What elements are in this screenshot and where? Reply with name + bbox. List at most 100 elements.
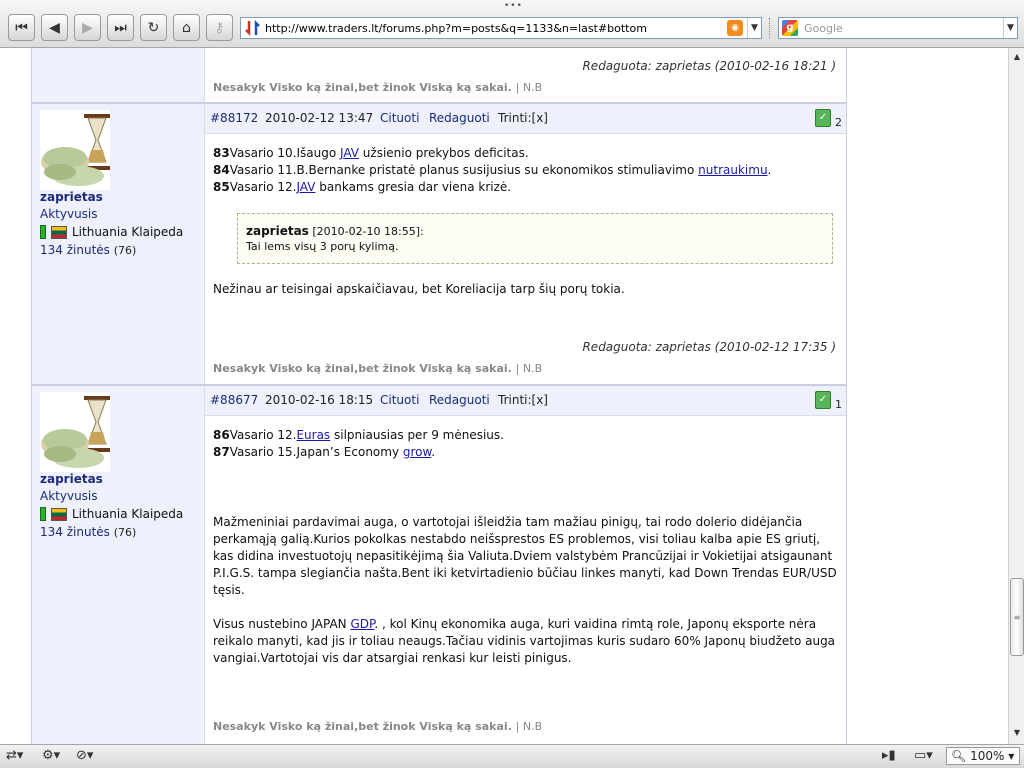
chevron-down-icon: ▼ (751, 23, 758, 33)
user-rank: Aktyvusis (40, 489, 98, 503)
location-text: Lithuania Klaipeda (72, 225, 184, 239)
search-bar[interactable]: g Google ▼ (778, 17, 1018, 39)
location-text: Lithuania Klaipeda (72, 507, 184, 521)
page-info-icon[interactable]: ▸▮ (882, 748, 896, 763)
delete-button[interactable]: Trinti:[x] (498, 111, 548, 125)
rss-icon[interactable]: ◉ (727, 20, 743, 36)
quote-button[interactable]: Cituoti (380, 111, 419, 125)
arrow-down-icon: ▼ (1013, 728, 1021, 737)
arrow-up-icon: ▲ (1013, 52, 1021, 61)
user-posts-count: (76) (113, 526, 137, 539)
avatar[interactable] (40, 110, 110, 190)
likes-count: 1 (835, 398, 842, 411)
quote-date: [2010-02-10 18:55]: (312, 225, 424, 238)
inline-link[interactable]: JAV (340, 146, 359, 160)
post-paragraph: Mažmeniniai pardavimai auga, o vartotoja… (213, 515, 837, 597)
user-location: Lithuania Klaipeda (40, 507, 183, 521)
user-location: Lithuania Klaipeda (40, 225, 183, 239)
skip-forward-icon: ⏭ (114, 19, 127, 36)
signature-text: Nesakyk Visko ką žinai,bet žinok Viską k… (213, 81, 512, 94)
forward-button[interactable]: ▶ (74, 14, 101, 41)
likes-count: 2 (835, 116, 842, 129)
skip-back-icon: ⏮ (15, 19, 28, 36)
security-button[interactable]: ⚷ (206, 14, 233, 41)
post-id-link[interactable]: #88677 (210, 393, 258, 407)
status-bar: ⇄▾ ⚙▾ ⊘▾ ▸▮ ▭▾ 🔍︎ 100% ▾ (0, 744, 1024, 768)
image-icon[interactable]: ▭▾ (914, 748, 933, 763)
post-date: 2010-02-16 18:15 (265, 393, 374, 407)
sync-icon[interactable]: ⇄▾ (6, 748, 23, 763)
user-column (32, 48, 204, 102)
user-posts-link[interactable]: 134 žinutės (40, 525, 110, 539)
post-id-link[interactable]: #88172 (210, 111, 258, 125)
scroll-down-button[interactable]: ▼ (1010, 726, 1024, 740)
user-name[interactable]: zaprietas (40, 190, 103, 204)
inline-link[interactable]: grow (403, 445, 431, 459)
first-page-button[interactable]: ⏮ (8, 14, 35, 41)
search-engine-dropdown[interactable]: ▼ (1003, 18, 1017, 38)
thumbs-up-icon[interactable]: ✓ (815, 109, 831, 127)
address-bar[interactable]: http://www.traders.lt/forums.php?m=posts… (240, 17, 762, 39)
arrow-right-icon: ▶ (82, 19, 93, 36)
home-button[interactable]: ⌂ (173, 14, 200, 41)
search-input[interactable]: Google (804, 22, 1003, 35)
user-posts: 134 žinutės (76) (40, 243, 136, 257)
signature-tail: | N.B (515, 720, 543, 733)
avatar[interactable] (40, 392, 110, 472)
post-meta-bar: #88677 2010-02-16 18:15 Cituoti Redaguot… (205, 386, 846, 416)
online-status-icon (40, 225, 46, 239)
block-icon[interactable]: ⊘▾ (76, 748, 93, 763)
signature-tail: | N.B (515, 362, 543, 375)
last-page-button[interactable]: ⏭ (107, 14, 134, 41)
edit-button[interactable]: Redaguoti (429, 393, 490, 407)
scrollbar-thumb[interactable]: ≡ (1010, 578, 1024, 656)
edited-note: Redaguota: zaprietas (2010-02-16 18:21 ) (582, 59, 836, 73)
signature-text: Nesakyk Visko ką žinai,bet žinok Viską k… (213, 720, 512, 733)
edited-note: Redaguota: zaprietas (2010-02-12 17:35 ) (582, 340, 836, 354)
reload-button[interactable]: ↻ (140, 14, 167, 41)
zoom-level: 100% (970, 749, 1005, 763)
quote-text: Tai lems visų 3 porų kylimą. (246, 240, 399, 253)
edit-button[interactable]: Redaguoti (429, 111, 490, 125)
url-dropdown-button[interactable]: ▼ (747, 18, 761, 38)
signature: Nesakyk Visko ką žinai,bet žinok Viską k… (213, 720, 542, 733)
inline-link[interactable]: nutraukimu (698, 163, 767, 177)
list-item: 87Vasario 15.Japan’s Economy grow. (213, 445, 436, 459)
user-name[interactable]: zaprietas (40, 472, 103, 486)
browser-toolbar: ••• ⏮ ◀ ▶ ⏭ ↻ ⌂ ⚷ http://www.traders.lt/… (0, 0, 1024, 48)
list-item: 86Vasario 12.Euras silpniausias per 9 mė… (213, 428, 504, 442)
post-paragraph: Visus nustebino JAPAN GDP. , kol Kinų ek… (213, 617, 836, 665)
lithuania-flag-icon (51, 507, 67, 521)
list-item: 83Vasario 10.Išaugo JAV užsienio prekybo… (213, 146, 529, 160)
zoom-control[interactable]: 🔍︎ 100% ▾ (946, 747, 1020, 765)
list-item: 84Vasario 11.B.Bernanke pristatė planus … (213, 163, 772, 177)
delete-button[interactable]: Trinti:[x] (498, 393, 548, 407)
back-button[interactable]: ◀ (41, 14, 68, 41)
list-item: 85Vasario 12.JAV bankams gresia dar vien… (213, 180, 512, 194)
inline-link[interactable]: Euras (296, 428, 330, 442)
vertical-scrollbar[interactable]: ▲ ≡ ▼ (1008, 48, 1024, 744)
quote-button[interactable]: Cituoti (380, 393, 419, 407)
inline-link[interactable]: JAV (296, 180, 315, 194)
arrow-left-icon: ◀ (49, 19, 60, 36)
reload-icon: ↻ (147, 19, 160, 36)
signature: Nesakyk Visko ką žinai,bet žinok Viską k… (213, 362, 542, 375)
magnifier-icon: 🔍︎ (951, 749, 967, 763)
inline-link[interactable]: GDP (350, 617, 374, 631)
post-meta-bar: #88172 2010-02-12 13:47 Cituoti Redaguot… (205, 104, 846, 134)
user-posts-count: (76) (113, 244, 137, 257)
user-posts: 134 žinutės (76) (40, 525, 136, 539)
toolbar-grip[interactable]: ••• (504, 1, 523, 11)
toolbar-separator (769, 18, 771, 38)
scroll-up-button[interactable]: ▲ (1010, 50, 1024, 64)
lithuania-flag-icon (51, 225, 67, 239)
signature-tail: | N.B (515, 81, 543, 94)
user-posts-link[interactable]: 134 žinutės (40, 243, 110, 257)
url-text[interactable]: http://www.traders.lt/forums.php?m=posts… (265, 22, 727, 35)
user-rank: Aktyvusis (40, 207, 98, 221)
google-icon[interactable]: g (782, 20, 798, 36)
online-status-icon (40, 507, 46, 521)
post-paragraph: Nežinau ar teisingai apskaičiavau, bet K… (213, 282, 625, 296)
thumbs-up-icon[interactable]: ✓ (815, 391, 831, 409)
network-icon[interactable]: ⚙▾ (42, 748, 60, 763)
